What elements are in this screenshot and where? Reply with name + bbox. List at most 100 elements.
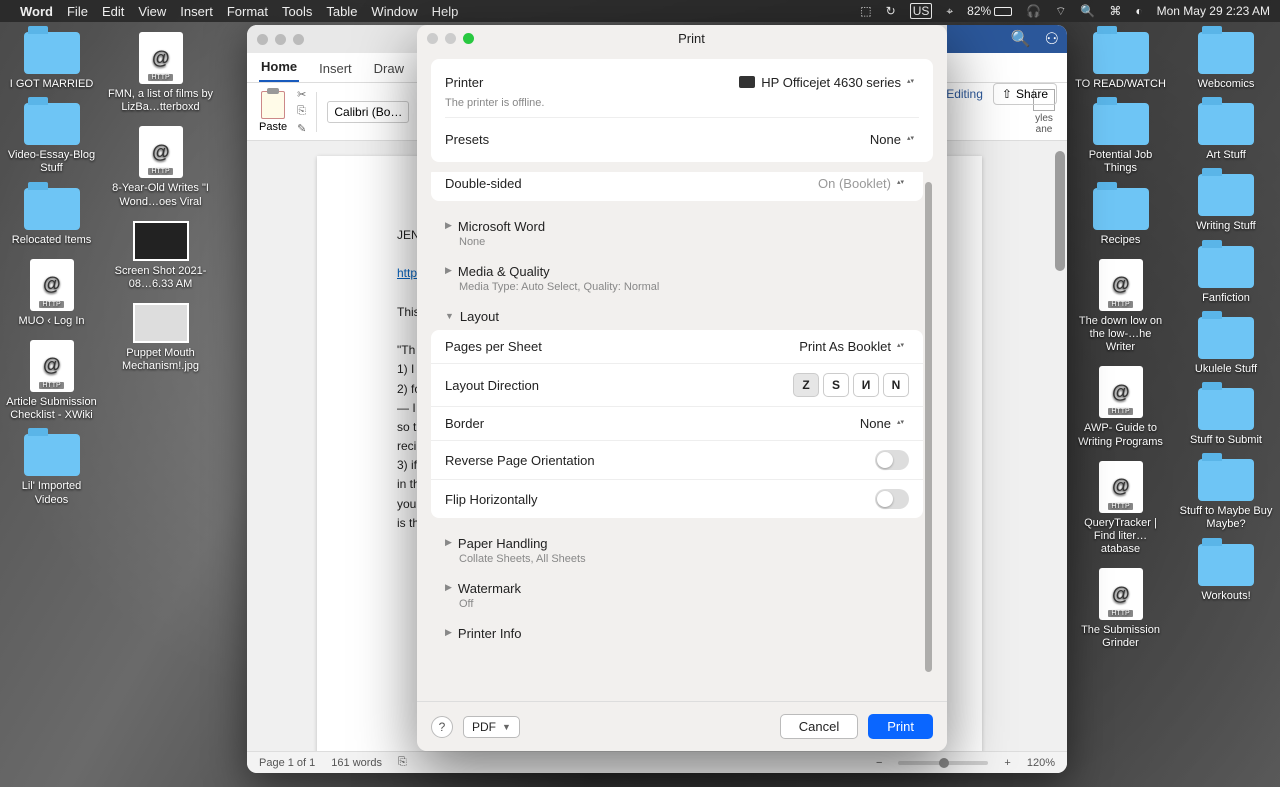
desktop-item[interactable]: Ukulele Stuff [1176,315,1276,378]
zoom-level[interactable]: 120% [1027,757,1055,769]
section-layout[interactable]: ▼Layout Pages per Sheet Print As Booklet… [431,301,923,518]
desktop-item[interactable]: Stuff to Submit [1176,386,1276,449]
search-icon[interactable]: 🔍 [1011,29,1031,49]
tab-insert[interactable]: Insert [317,55,354,82]
clock[interactable]: Mon May 29 2:23 AM [1157,4,1270,18]
close-icon[interactable] [257,34,268,45]
spotlight-icon[interactable]: 🔍 [1080,4,1095,18]
desktop-item[interactable]: @HTTPQueryTracker | Find liter…atabase [1073,459,1168,559]
format-painter-icon[interactable]: ✎ [297,122,306,135]
help-button[interactable]: ? [431,716,453,738]
menu-file[interactable]: File [67,4,88,19]
desktop-item[interactable]: @HTTPAWP- Guide to Writing Programs [1073,364,1168,450]
pages-per-sheet-selector[interactable]: Print As Booklet ▴▾ [799,339,909,354]
share-button[interactable]: ⇧ Share [993,83,1057,105]
bluetooth-icon[interactable]: ⌖ [946,4,953,19]
page-status[interactable]: Page 1 of 1 [259,757,315,769]
siri-icon[interactable]: ◐ [1135,4,1142,18]
disclosure-right-icon[interactable]: ▶ [445,265,452,276]
copy-icon[interactable]: ⎘ [297,105,306,118]
document-scrollbar[interactable] [1055,151,1065,271]
collab-icon[interactable]: ⚇ [1045,29,1059,49]
desktop-item[interactable]: Art Stuff [1176,101,1276,164]
dir-option-3[interactable]: И [853,373,879,397]
desktop-item[interactable]: Webcomics [1176,30,1276,93]
dir-option-1[interactable]: Z [793,373,819,397]
menu-insert[interactable]: Insert [180,4,213,19]
section-watermark[interactable]: ▶Watermark Off [431,573,923,618]
tab-home[interactable]: Home [259,53,299,82]
reverse-orientation-toggle[interactable] [875,450,909,470]
desktop-item[interactable]: @HTTPArticle Submission Checklist - XWik… [4,338,99,424]
dropbox-icon[interactable]: ⬚ [860,4,871,18]
menu-format[interactable]: Format [227,4,268,19]
cut-icon[interactable]: ✂ [297,88,306,101]
zoom-slider[interactable] [898,761,988,765]
section-paper-handling[interactable]: ▶Paper Handling Collate Sheets, All Shee… [431,528,923,573]
desktop-item[interactable]: @HTTPFMN, a list of films by LizBa…tterb… [103,30,218,116]
presets-selector[interactable]: None ▴▾ [870,132,919,147]
cancel-button[interactable]: Cancel [780,714,858,739]
word-count[interactable]: 161 words [331,757,382,769]
printer-selector[interactable]: HP Officejet 4630 series ▴▾ [739,75,919,90]
zoom-out-button[interactable]: − [876,757,882,769]
menu-view[interactable]: View [138,4,166,19]
desktop-item[interactable]: Lil' Imported Videos [4,432,99,508]
disclosure-right-icon[interactable]: ▶ [445,537,452,548]
disclosure-right-icon[interactable]: ▶ [445,220,452,231]
spellcheck-icon[interactable]: ⎘ [398,756,407,769]
desktop-item[interactable]: Video-Essay-Blog Stuff [4,101,99,177]
window-traffic-lights[interactable] [257,34,304,45]
flip-horizontal-toggle[interactable] [875,489,909,509]
desktop-item[interactable]: Fanfiction [1176,244,1276,307]
print-button[interactable]: Print [868,714,933,739]
input-region[interactable]: US [910,3,933,19]
menu-tools[interactable]: Tools [282,4,312,19]
layout-direction-segment[interactable]: Z S И N [793,373,909,397]
double-sided-selector[interactable]: On (Booklet) ▴▾ [818,176,909,191]
tab-draw[interactable]: Draw [372,55,406,82]
menu-window[interactable]: Window [371,4,417,19]
dir-option-2[interactable]: S [823,373,849,397]
zoom-icon[interactable] [293,34,304,45]
control-center-icon[interactable]: ⌘ [1109,4,1121,18]
border-selector[interactable]: None ▴▾ [860,416,909,431]
battery-status[interactable]: 82% [967,4,1012,18]
doc-link[interactable]: http [397,266,417,280]
desktop-item[interactable]: TO READ/WATCH [1073,30,1168,93]
app-name[interactable]: Word [20,4,53,19]
desktop-item[interactable]: Puppet Mouth Mechanism!.jpg [103,301,218,375]
wifi-icon[interactable]: ⌔ [1055,4,1066,19]
disclosure-right-icon[interactable]: ▶ [445,582,452,593]
dir-option-4[interactable]: N [883,373,909,397]
section-media-quality[interactable]: ▶Media & Quality Media Type: Auto Select… [431,256,923,301]
print-options-scroll[interactable]: Double-sided On (Booklet) ▴▾ ▶Microsoft … [431,172,933,701]
pdf-dropdown[interactable]: PDF▼ [463,716,520,738]
desktop-item[interactable]: Recipes [1073,186,1168,249]
desktop-item[interactable]: Writing Stuff [1176,172,1276,235]
desktop-item[interactable]: Relocated Items [4,186,99,249]
print-titlebar[interactable]: Print [417,25,947,51]
desktop-item[interactable]: @HTTPThe Submission Grinder [1073,566,1168,652]
desktop-item[interactable]: Potential Job Things [1073,101,1168,177]
menu-help[interactable]: Help [432,4,459,19]
print-scrollbar[interactable] [925,182,932,672]
minimize-icon[interactable] [275,34,286,45]
close-icon[interactable] [427,33,438,44]
disclosure-right-icon[interactable]: ▶ [445,627,452,638]
section-printer-info[interactable]: ▶Printer Info [431,618,923,643]
desktop-item[interactable]: @HTTPMUO ‹ Log In [4,257,99,330]
desktop-item[interactable]: Workouts! [1176,542,1276,605]
disclosure-down-icon[interactable]: ▼ [445,311,454,321]
desktop-item[interactable]: Stuff to Maybe Buy Maybe? [1176,457,1276,533]
font-selector[interactable]: Calibri (Bo… [327,101,409,123]
desktop-item[interactable]: Screen Shot 2021-08…6.33 AM [103,219,218,293]
zoom-in-button[interactable]: + [1004,757,1010,769]
menu-edit[interactable]: Edit [102,4,124,19]
desktop-item[interactable]: @HTTP8-Year-Old Writes "I Wond…oes Viral [103,124,218,210]
headphones-icon[interactable]: 🎧 [1026,4,1041,18]
desktop-item[interactable]: I GOT MARRIED [4,30,99,93]
section-msword[interactable]: ▶Microsoft Word None [431,211,923,256]
desktop-item[interactable]: @HTTPThe down low on the low-…he Writer [1073,257,1168,357]
timemachine-icon[interactable]: ↻ [886,4,896,18]
